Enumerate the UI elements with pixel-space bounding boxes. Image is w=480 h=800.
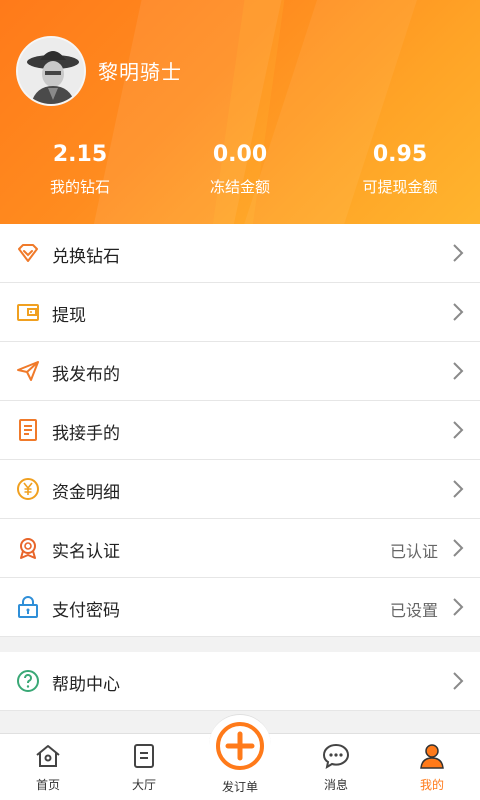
verification-status: 已认证: [389, 542, 438, 561]
chevron-right-icon: [452, 672, 464, 690]
stat-label: 冻结金额: [209, 178, 270, 196]
bottom-navigation: 首页 大厅 发订单 消息 我的: [0, 714, 480, 800]
nav-label: 大厅: [131, 778, 156, 792]
menu-item-label: 实名认证: [52, 542, 120, 562]
menu-list-secondary: 帮助中心: [0, 652, 480, 711]
badge-icon: [16, 536, 40, 560]
menu-item-label: 兑换钻石: [52, 247, 120, 267]
nav-item-mine[interactable]: 我的: [384, 734, 480, 800]
wallet-icon: [16, 300, 40, 324]
avatar[interactable]: [16, 36, 86, 106]
menu-item-label: 我发布的: [52, 365, 120, 385]
menu-item-my-accepted[interactable]: 我接手的: [0, 401, 480, 460]
profile-header: 黎明骑士 2.15 我的钻石 0.00 冻结金额 0.95 可提现金额: [0, 0, 480, 224]
plus-circle-icon: [214, 720, 266, 772]
document-icon: [16, 418, 40, 442]
stat-frozen-amount[interactable]: 0.00 冻结金额: [160, 142, 320, 197]
menu-item-label: 我接手的: [52, 424, 120, 444]
stat-withdrawable-amount[interactable]: 0.95 可提现金额: [320, 142, 480, 197]
menu-item-fund-details[interactable]: 资金明细: [0, 460, 480, 519]
stat-value: 0.95: [372, 142, 428, 167]
stat-value: 2.15: [52, 142, 108, 167]
nav-label: 我的: [419, 778, 444, 792]
menu-item-my-published[interactable]: 我发布的: [0, 342, 480, 401]
menu-item-label: 提现: [52, 306, 86, 326]
chevron-right-icon: [452, 421, 464, 439]
lock-icon: [16, 595, 40, 619]
stat-diamonds[interactable]: 2.15 我的钻石: [0, 142, 160, 197]
chevron-right-icon: [452, 362, 464, 380]
nav-label: 消息: [323, 778, 348, 792]
menu-item-withdraw[interactable]: 提现: [0, 283, 480, 342]
publish-order-button[interactable]: [209, 714, 271, 776]
chevron-right-icon: [452, 244, 464, 262]
nav-label: 发订单: [221, 780, 258, 794]
menu-item-real-name-verification[interactable]: 实名认证 已认证: [0, 519, 480, 578]
menu-item-payment-password[interactable]: 支付密码 已设置: [0, 578, 480, 637]
nav-label: 首页: [35, 778, 60, 792]
message-icon: [322, 742, 350, 770]
stat-label: 可提现金额: [362, 178, 438, 196]
yuan-coin-icon: [16, 477, 40, 501]
menu-list: 兑换钻石 提现 我发布的 我接手的 资金明细 实名认证 已认证 支付密码 已设置: [0, 224, 480, 637]
menu-item-label: 支付密码: [52, 601, 120, 621]
paper-plane-icon: [16, 359, 40, 383]
help-icon: [16, 669, 40, 693]
chevron-right-icon: [452, 480, 464, 498]
diamond-icon: [16, 241, 40, 265]
home-icon: [34, 742, 62, 770]
stat-value: 0.00: [212, 142, 268, 167]
menu-item-label: 资金明细: [52, 483, 120, 503]
nav-item-home[interactable]: 首页: [0, 734, 96, 800]
chevron-right-icon: [452, 539, 464, 557]
menu-item-exchange-diamonds[interactable]: 兑换钻石: [0, 224, 480, 283]
person-icon: [418, 742, 446, 770]
hall-icon: [130, 742, 158, 770]
username: 黎明骑士: [98, 60, 182, 84]
chevron-right-icon: [452, 303, 464, 321]
stat-label: 我的钻石: [49, 178, 110, 196]
password-status: 已设置: [389, 601, 438, 620]
menu-item-label: 帮助中心: [52, 675, 120, 695]
nav-item-hall[interactable]: 大厅: [96, 734, 192, 800]
chevron-right-icon: [452, 598, 464, 616]
menu-item-help-center[interactable]: 帮助中心: [0, 652, 480, 711]
nav-item-messages[interactable]: 消息: [288, 734, 384, 800]
